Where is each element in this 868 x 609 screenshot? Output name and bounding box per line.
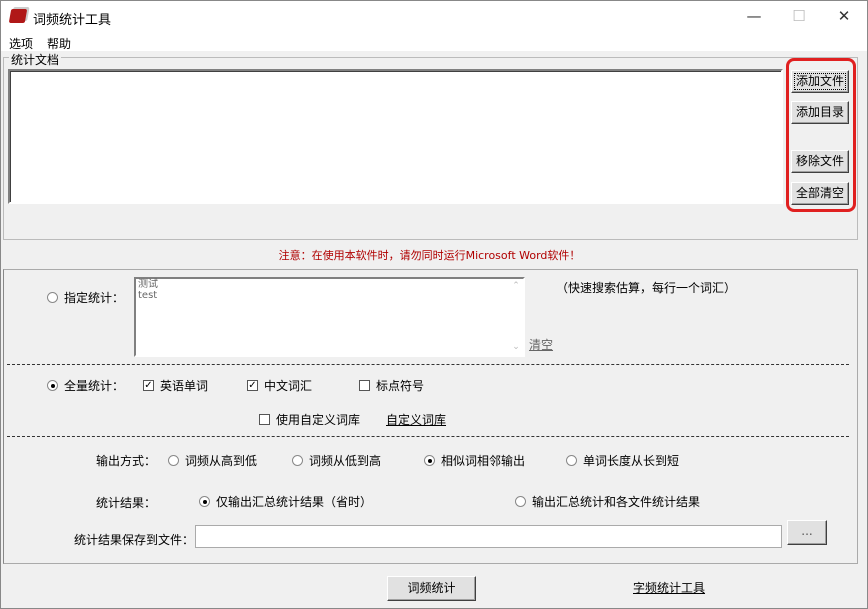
specified-radio[interactable]: 指定统计：: [47, 289, 124, 306]
english-words-checkbox[interactable]: ✓ 英语单词: [143, 377, 208, 394]
document-list[interactable]: [8, 69, 783, 204]
add-file-button[interactable]: 添加文件: [791, 70, 849, 93]
chinese-words-checkbox[interactable]: ✓ 中文词汇: [247, 377, 312, 394]
punctuation-checkbox[interactable]: 标点符号: [359, 377, 424, 394]
radio-label: 相似词相邻输出: [441, 454, 526, 468]
output-freq-desc-radio[interactable]: 词频从高到低: [168, 452, 257, 469]
radio-icon: [168, 455, 179, 466]
radio-label: 仅输出汇总统计结果（省时）: [216, 495, 373, 509]
divider: [7, 436, 849, 437]
clear-all-button[interactable]: 全部清空: [791, 182, 849, 205]
checkbox-label: 英语单词: [160, 379, 209, 393]
char-frequency-link[interactable]: 字频统计工具: [633, 579, 705, 596]
radio-icon: [292, 455, 303, 466]
full-label: 全量统计：: [64, 379, 125, 393]
check-icon: ✓: [247, 380, 258, 391]
minimize-button[interactable]: —: [731, 1, 777, 33]
result-all-radio[interactable]: 输出汇总统计和各文件统计结果: [515, 493, 700, 510]
specified-label: 指定统计：: [64, 291, 125, 305]
specified-hint: （快速搜索估算，每行一个词汇）: [556, 281, 737, 295]
output-length-radio[interactable]: 单词长度从长到短: [566, 452, 679, 469]
menu-options[interactable]: 选项: [9, 35, 33, 52]
scrollbar[interactable]: ⌃ ⌄: [509, 279, 523, 355]
checkbox-label: 中文词汇: [264, 379, 313, 393]
radio-label: 词频从低到高: [309, 454, 382, 468]
text-line: test: [138, 290, 158, 301]
radio-label: 单词长度从长到短: [583, 454, 680, 468]
radio-icon: [47, 380, 58, 391]
add-folder-button[interactable]: 添加目录: [791, 101, 849, 124]
specified-words-textarea[interactable]: 测试 test ⌃ ⌄: [134, 277, 525, 357]
output-label: 输出方式：: [96, 454, 157, 468]
radio-icon: [566, 455, 577, 466]
checkbox-label: 标点符号: [376, 379, 425, 393]
checkbox-label: 使用自定义词库: [276, 413, 361, 427]
text-line: 测试: [138, 279, 158, 290]
radio-icon: [424, 455, 435, 466]
clear-link[interactable]: 清空: [529, 336, 553, 353]
result-label: 统计结果：: [96, 496, 157, 510]
radio-label: 词频从高到低: [185, 454, 258, 468]
radio-icon: [515, 496, 526, 507]
window-title: 词频统计工具: [33, 13, 112, 28]
custom-dict-checkbox[interactable]: 使用自定义词库: [259, 411, 360, 428]
check-icon: ✓: [143, 380, 154, 391]
warning-text: 注意：在使用本软件时，请勿同时运行Microsoft Word软件！: [278, 249, 581, 262]
menu-bar: [1, 33, 867, 51]
divider: [7, 364, 849, 365]
word-frequency-button[interactable]: 词频统计: [387, 576, 476, 601]
output-similar-radio[interactable]: 相似词相邻输出: [424, 452, 525, 469]
maximize-button[interactable]: ☐: [776, 1, 822, 33]
full-radio[interactable]: 全量统计：: [47, 377, 124, 394]
save-path-input[interactable]: [195, 525, 782, 548]
checkbox-icon: [359, 380, 370, 391]
close-button[interactable]: ✕: [821, 1, 867, 33]
remove-file-button[interactable]: 移除文件: [791, 150, 849, 173]
radio-label: 输出汇总统计和各文件统计结果: [532, 495, 701, 509]
documents-legend: 统计文档: [9, 51, 62, 68]
save-label: 统计结果保存到文件：: [74, 533, 195, 547]
app-book-icon: [8, 9, 28, 23]
checkbox-icon: [259, 414, 270, 425]
browse-button[interactable]: ...: [787, 520, 827, 545]
radio-icon: [47, 292, 58, 303]
radio-icon: [199, 496, 210, 507]
output-freq-asc-radio[interactable]: 词频从低到高: [292, 452, 381, 469]
custom-dict-link[interactable]: 自定义词库: [386, 411, 446, 428]
menu-help[interactable]: 帮助: [47, 35, 71, 52]
result-summary-radio[interactable]: 仅输出汇总统计结果（省时）: [199, 493, 372, 510]
